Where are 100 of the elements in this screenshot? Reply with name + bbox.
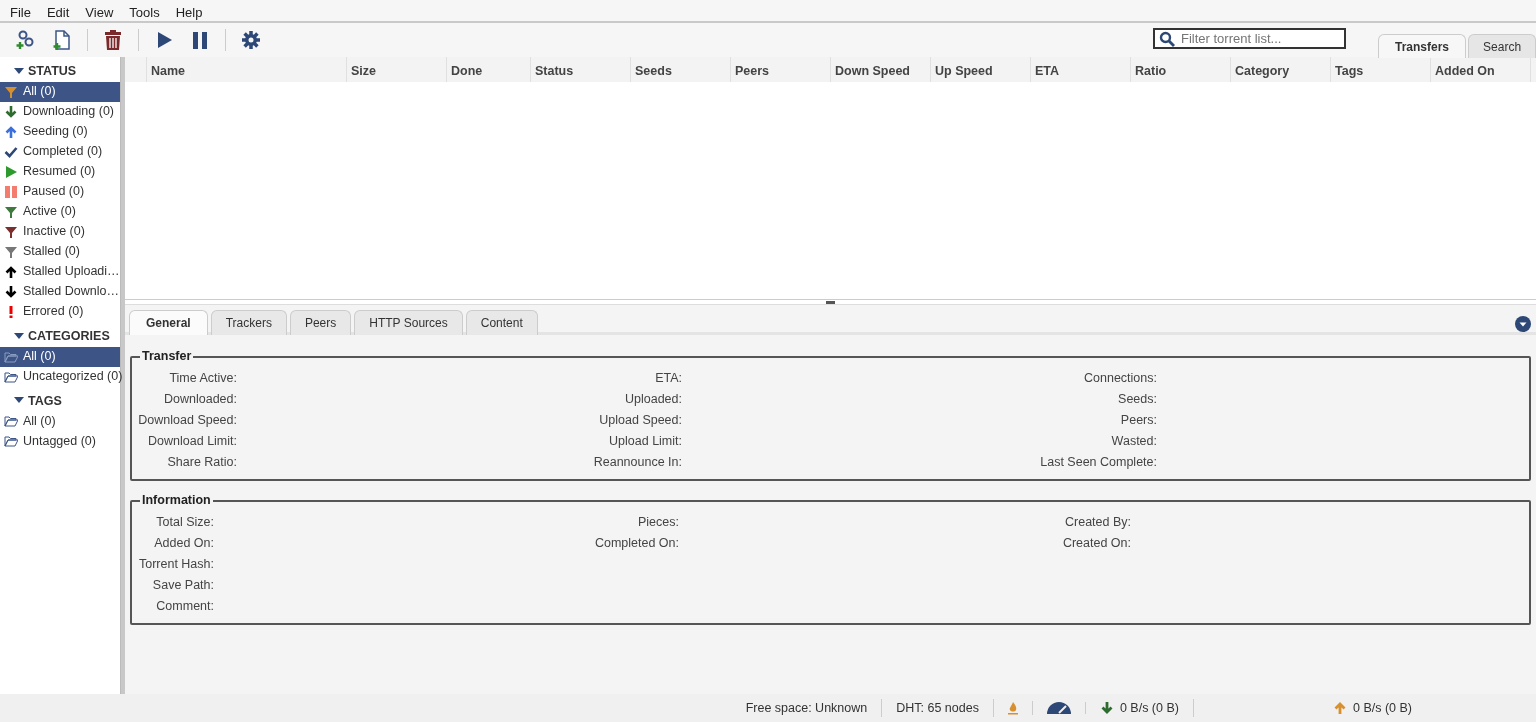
column-header[interactable]: Status xyxy=(531,57,631,82)
folder-icon xyxy=(4,349,18,364)
field-label: Upload Speed: xyxy=(598,412,682,429)
sidebar-item[interactable]: Stalled Uploadi… xyxy=(0,261,120,282)
column-header[interactable]: Category xyxy=(1231,57,1331,82)
sidebar-item[interactable]: Completed (0) xyxy=(0,141,120,162)
folder-icon xyxy=(4,369,18,384)
field-label: Wasted: xyxy=(1110,433,1157,450)
checkmark-icon xyxy=(4,144,18,159)
sidebar-item[interactable]: All (0) xyxy=(0,411,120,432)
search-icon xyxy=(1159,31,1175,47)
field-label: Share Ratio: xyxy=(166,454,237,471)
column-header[interactable]: Done xyxy=(447,57,531,82)
field-label: Connections: xyxy=(1083,370,1157,387)
tab[interactable]: Peers xyxy=(289,310,352,335)
column-header[interactable]: Added On xyxy=(1431,57,1531,82)
field-label: Download Speed: xyxy=(137,412,237,429)
upload-speed-text: 0 B/s (0 B) xyxy=(1352,699,1412,717)
sidebar-item[interactable]: Resumed (0) xyxy=(0,161,120,182)
field-label: Last Seen Complete: xyxy=(1039,454,1157,471)
sidebar-item[interactable]: Inactive (0) xyxy=(0,221,120,242)
column-header[interactable]: Down Speed xyxy=(831,57,931,82)
field-label: Time Active: xyxy=(168,370,237,387)
field-label: Pieces: xyxy=(637,514,679,531)
arrow-up-icon xyxy=(4,124,18,139)
arrow-down-icon xyxy=(4,284,18,299)
sidebar-item[interactable]: Downloading (0) xyxy=(0,101,120,122)
field-label: Reannounce In: xyxy=(592,454,682,471)
column-header[interactable]: Size xyxy=(347,57,447,82)
menu-item[interactable]: Help xyxy=(167,0,211,21)
filter-icon xyxy=(4,84,18,99)
collapse-button[interactable] xyxy=(1515,314,1531,333)
filter-icon xyxy=(4,244,18,259)
filter-icon xyxy=(4,204,18,219)
sidebar-item[interactable]: Stalled Downlo… xyxy=(0,281,120,302)
field-label: Torrent Hash: xyxy=(137,556,214,573)
filter-icon xyxy=(4,224,18,239)
field-label: ETA: xyxy=(654,370,682,387)
field-label: Added On: xyxy=(153,535,214,552)
field-label: Total Size: xyxy=(155,514,214,531)
arrow-up-icon xyxy=(1332,701,1347,715)
settings-icon xyxy=(240,29,262,51)
sidebar-item[interactable]: Stalled (0) xyxy=(0,241,120,262)
tab[interactable]: Content xyxy=(465,310,538,335)
sidebar-item[interactable]: Active (0) xyxy=(0,201,120,222)
caret-down-circle-icon xyxy=(1515,315,1531,332)
column-header[interactable]: ETA xyxy=(1031,57,1131,82)
menu-item[interactable]: View xyxy=(77,0,122,21)
field-label: Created By: xyxy=(1064,514,1131,531)
column-header[interactable]: Up Speed xyxy=(931,57,1031,82)
menu-item[interactable]: File xyxy=(2,0,39,21)
caret-icon[interactable] xyxy=(14,67,24,75)
column-header[interactable]: Name xyxy=(147,57,347,82)
dht-text: DHT: 65 nodes xyxy=(896,699,979,717)
folder-icon xyxy=(4,434,18,449)
sidebar-item[interactable]: Uncategorized (0) xyxy=(0,366,120,387)
field-label: Peers: xyxy=(1119,412,1157,429)
tab[interactable]: General xyxy=(129,310,208,335)
trash-icon xyxy=(102,29,124,51)
field-label: Seeds: xyxy=(1117,391,1157,408)
field-label: Completed On: xyxy=(593,535,679,552)
sidebar-item[interactable]: All (0) xyxy=(0,81,120,102)
field-label: Download Limit: xyxy=(147,433,237,450)
sidebar-item[interactable]: Paused (0) xyxy=(0,181,120,202)
pause-icon xyxy=(4,184,18,199)
caret-icon[interactable] xyxy=(14,397,24,405)
column-header[interactable]: Ratio xyxy=(1131,57,1231,82)
field-label: Downloaded: xyxy=(163,391,237,408)
arrow-down-icon xyxy=(4,104,18,119)
file-add-icon xyxy=(51,29,73,51)
caret-icon[interactable] xyxy=(14,332,24,340)
field-label: Upload Limit: xyxy=(608,433,682,450)
tab[interactable]: Search xyxy=(1468,34,1536,58)
field-label: Uploaded: xyxy=(624,391,682,408)
folder-icon xyxy=(4,414,18,429)
sidebar-item[interactable]: Errored (0) xyxy=(0,301,120,322)
menu-item[interactable]: Edit xyxy=(38,0,78,21)
free-space-text: Free space: Unknown xyxy=(745,699,868,717)
menu-item[interactable]: Tools xyxy=(121,0,168,21)
sidebar-item[interactable]: Seeding (0) xyxy=(0,121,120,142)
field-label: Created On: xyxy=(1061,535,1131,552)
field-label: Comment: xyxy=(155,598,214,615)
section-heading: CATEGORIES xyxy=(28,327,110,345)
sidebar-item[interactable]: Untagged (0) xyxy=(0,431,120,452)
play-icon xyxy=(4,164,18,179)
section-heading: TAGS xyxy=(28,392,62,410)
tab[interactable]: HTTP Sources xyxy=(354,310,463,335)
tab[interactable]: Trackers xyxy=(210,310,287,335)
speedometer-icon[interactable] xyxy=(1046,702,1071,714)
download-speed-text: 0 B/s (0 B) xyxy=(1119,699,1179,717)
filter-field[interactable]: Filter torrent list... xyxy=(1153,28,1346,49)
field-label: Save Path: xyxy=(151,577,214,594)
tab[interactable]: Transfers xyxy=(1378,34,1467,58)
resize-grip-icon[interactable] xyxy=(826,300,835,304)
column-header[interactable]: Seeds xyxy=(631,57,731,82)
column-header[interactable]: Peers xyxy=(731,57,831,82)
sidebar-item[interactable]: All (0) xyxy=(0,346,120,367)
arrow-up-icon xyxy=(4,264,18,279)
arrow-down-icon xyxy=(1099,701,1114,715)
column-header[interactable]: Tags xyxy=(1331,57,1431,82)
